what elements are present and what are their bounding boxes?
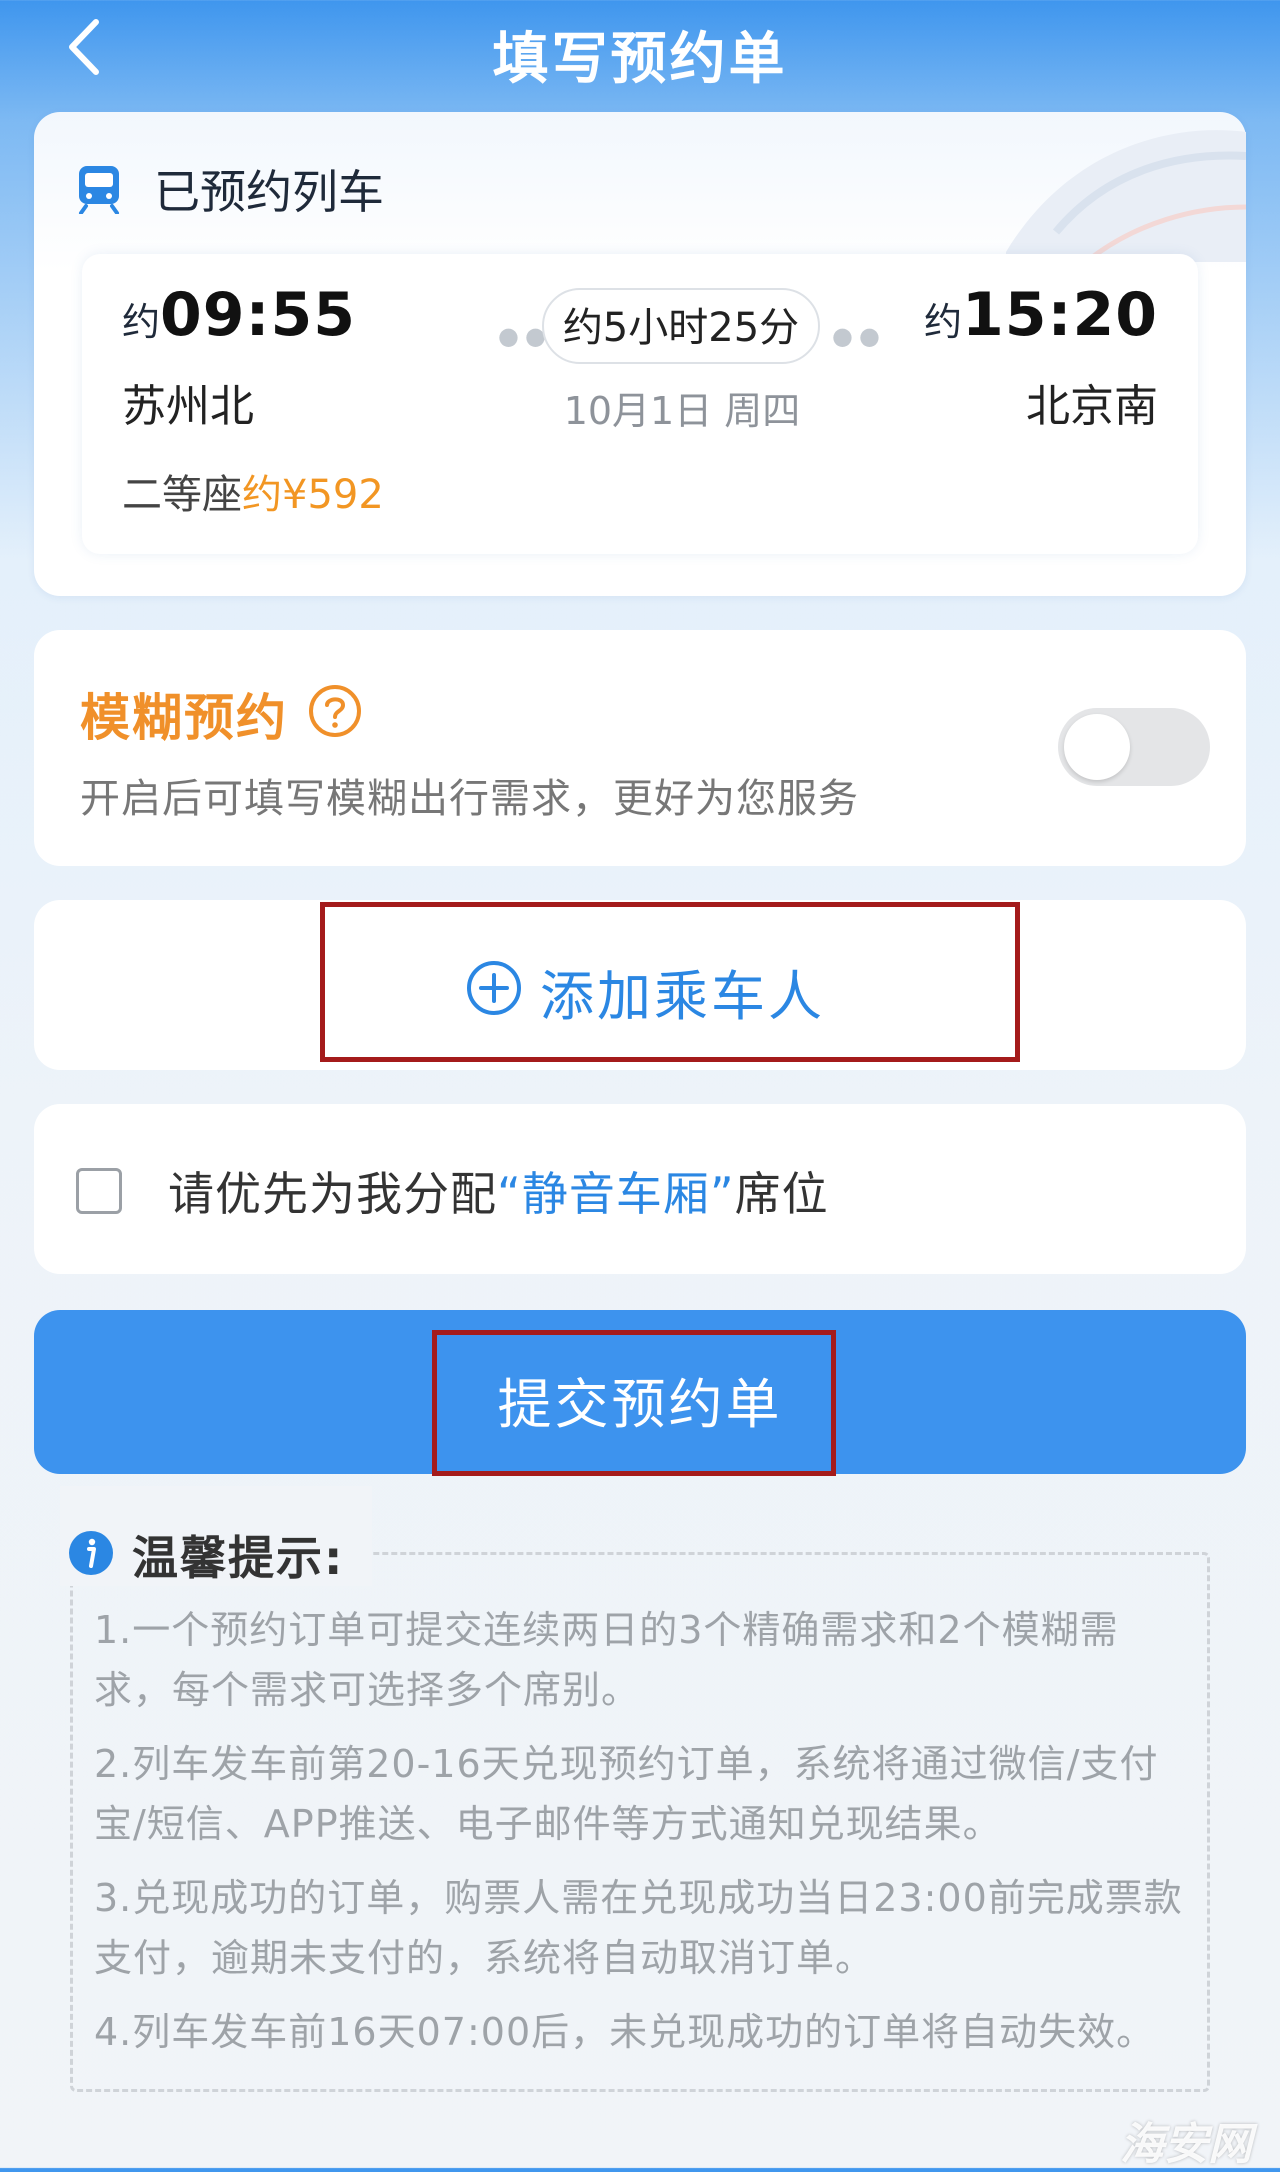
seat-info: 二等座约¥592 — [122, 462, 384, 520]
train-section-title: 已预约列车 — [154, 165, 384, 219]
duration-dots-right: ●● — [832, 322, 886, 350]
duration-badge: 约5小时25分 — [542, 288, 820, 364]
train-info: 约09:55 苏州北 ●● 约5小时25分 ●● 10月1日 周四 约15:20… — [82, 254, 1198, 554]
watermark: 海安网 — [1120, 2119, 1252, 2170]
quiet-car-prefix: 请优先为我分配 — [168, 1167, 497, 1221]
arrival-station: 北京南 — [1026, 381, 1158, 432]
departure-time: 09:55 — [160, 280, 357, 350]
train-illustration — [1006, 130, 1246, 262]
add-passenger-button[interactable]: 添加乘车人 — [540, 952, 825, 1031]
tip-item: 1.一个预约订单可提交连续两日的3个精确需求和2个模糊需求，每个需求可选择多个席… — [94, 1608, 1119, 1712]
seat-price: 约¥592 — [242, 472, 384, 518]
quiet-car-highlight: “静音车厢” — [497, 1167, 735, 1221]
add-passenger-card[interactable]: 添加乘车人 — [34, 900, 1246, 1070]
quiet-car-checkbox[interactable] — [76, 1168, 122, 1214]
departure-time-prefix: 约 — [122, 300, 161, 344]
tip-item: 4.列车发车前16天07:00后，未兑现成功的订单将自动失效。 — [94, 2010, 1156, 2054]
help-icon[interactable] — [308, 684, 362, 738]
fuzzy-booking-card: 模糊预约 开启后可填写模糊出行需求，更好为您服务 — [34, 630, 1246, 866]
arrival-time-prefix: 约 — [923, 300, 962, 344]
arrival-time-group: 约15:20 — [924, 280, 1158, 350]
arrival-time: 15:20 — [962, 280, 1158, 350]
tip-item: 2.列车发车前第20-16天兑现预约订单，系统将通过微信/支付宝/短信、APP推… — [94, 1742, 1159, 1846]
fuzzy-booking-title: 模糊预约 — [80, 689, 288, 747]
plus-circle-icon — [467, 961, 521, 1015]
departure-station: 苏州北 — [122, 381, 254, 432]
toggle-knob — [1064, 714, 1130, 780]
tips-list: 1.一个预约订单可提交连续两日的3个精确需求和2个模糊需求，每个需求可选择多个席… — [94, 1600, 1194, 2076]
fuzzy-booking-description: 开启后可填写模糊出行需求，更好为您服务 — [80, 776, 859, 822]
fuzzy-booking-toggle[interactable] — [1058, 708, 1210, 786]
page-title: 填写预约单 — [492, 27, 788, 92]
travel-date: 10月1日 周四 — [563, 389, 801, 433]
submit-button-label: 提交预约单 — [497, 1373, 783, 1436]
seat-class: 二等座 — [122, 472, 242, 518]
info-icon — [69, 1531, 113, 1575]
quiet-car-suffix: 席位 — [734, 1167, 829, 1221]
train-icon — [79, 166, 119, 214]
header: 填写预约单 — [0, 0, 1280, 100]
tips-title: 温馨提示: — [132, 1531, 345, 1585]
quiet-car-card: 请优先为我分配“静音车厢”席位 — [34, 1104, 1246, 1274]
train-card: 已预约列车 约09:55 苏州北 ●● 约5小时25分 ●● 10月1日 周四 … — [34, 112, 1246, 596]
quiet-car-label[interactable]: 请优先为我分配“静音车厢”席位 — [168, 1158, 829, 1224]
tip-item: 3.兑现成功的订单，购票人需在兑现成功当日23:00前完成票款支付，逾期未支付的… — [94, 1876, 1183, 1980]
submit-button[interactable]: 提交预约单 — [34, 1310, 1246, 1476]
departure-time-group: 约09:55 — [122, 280, 356, 350]
